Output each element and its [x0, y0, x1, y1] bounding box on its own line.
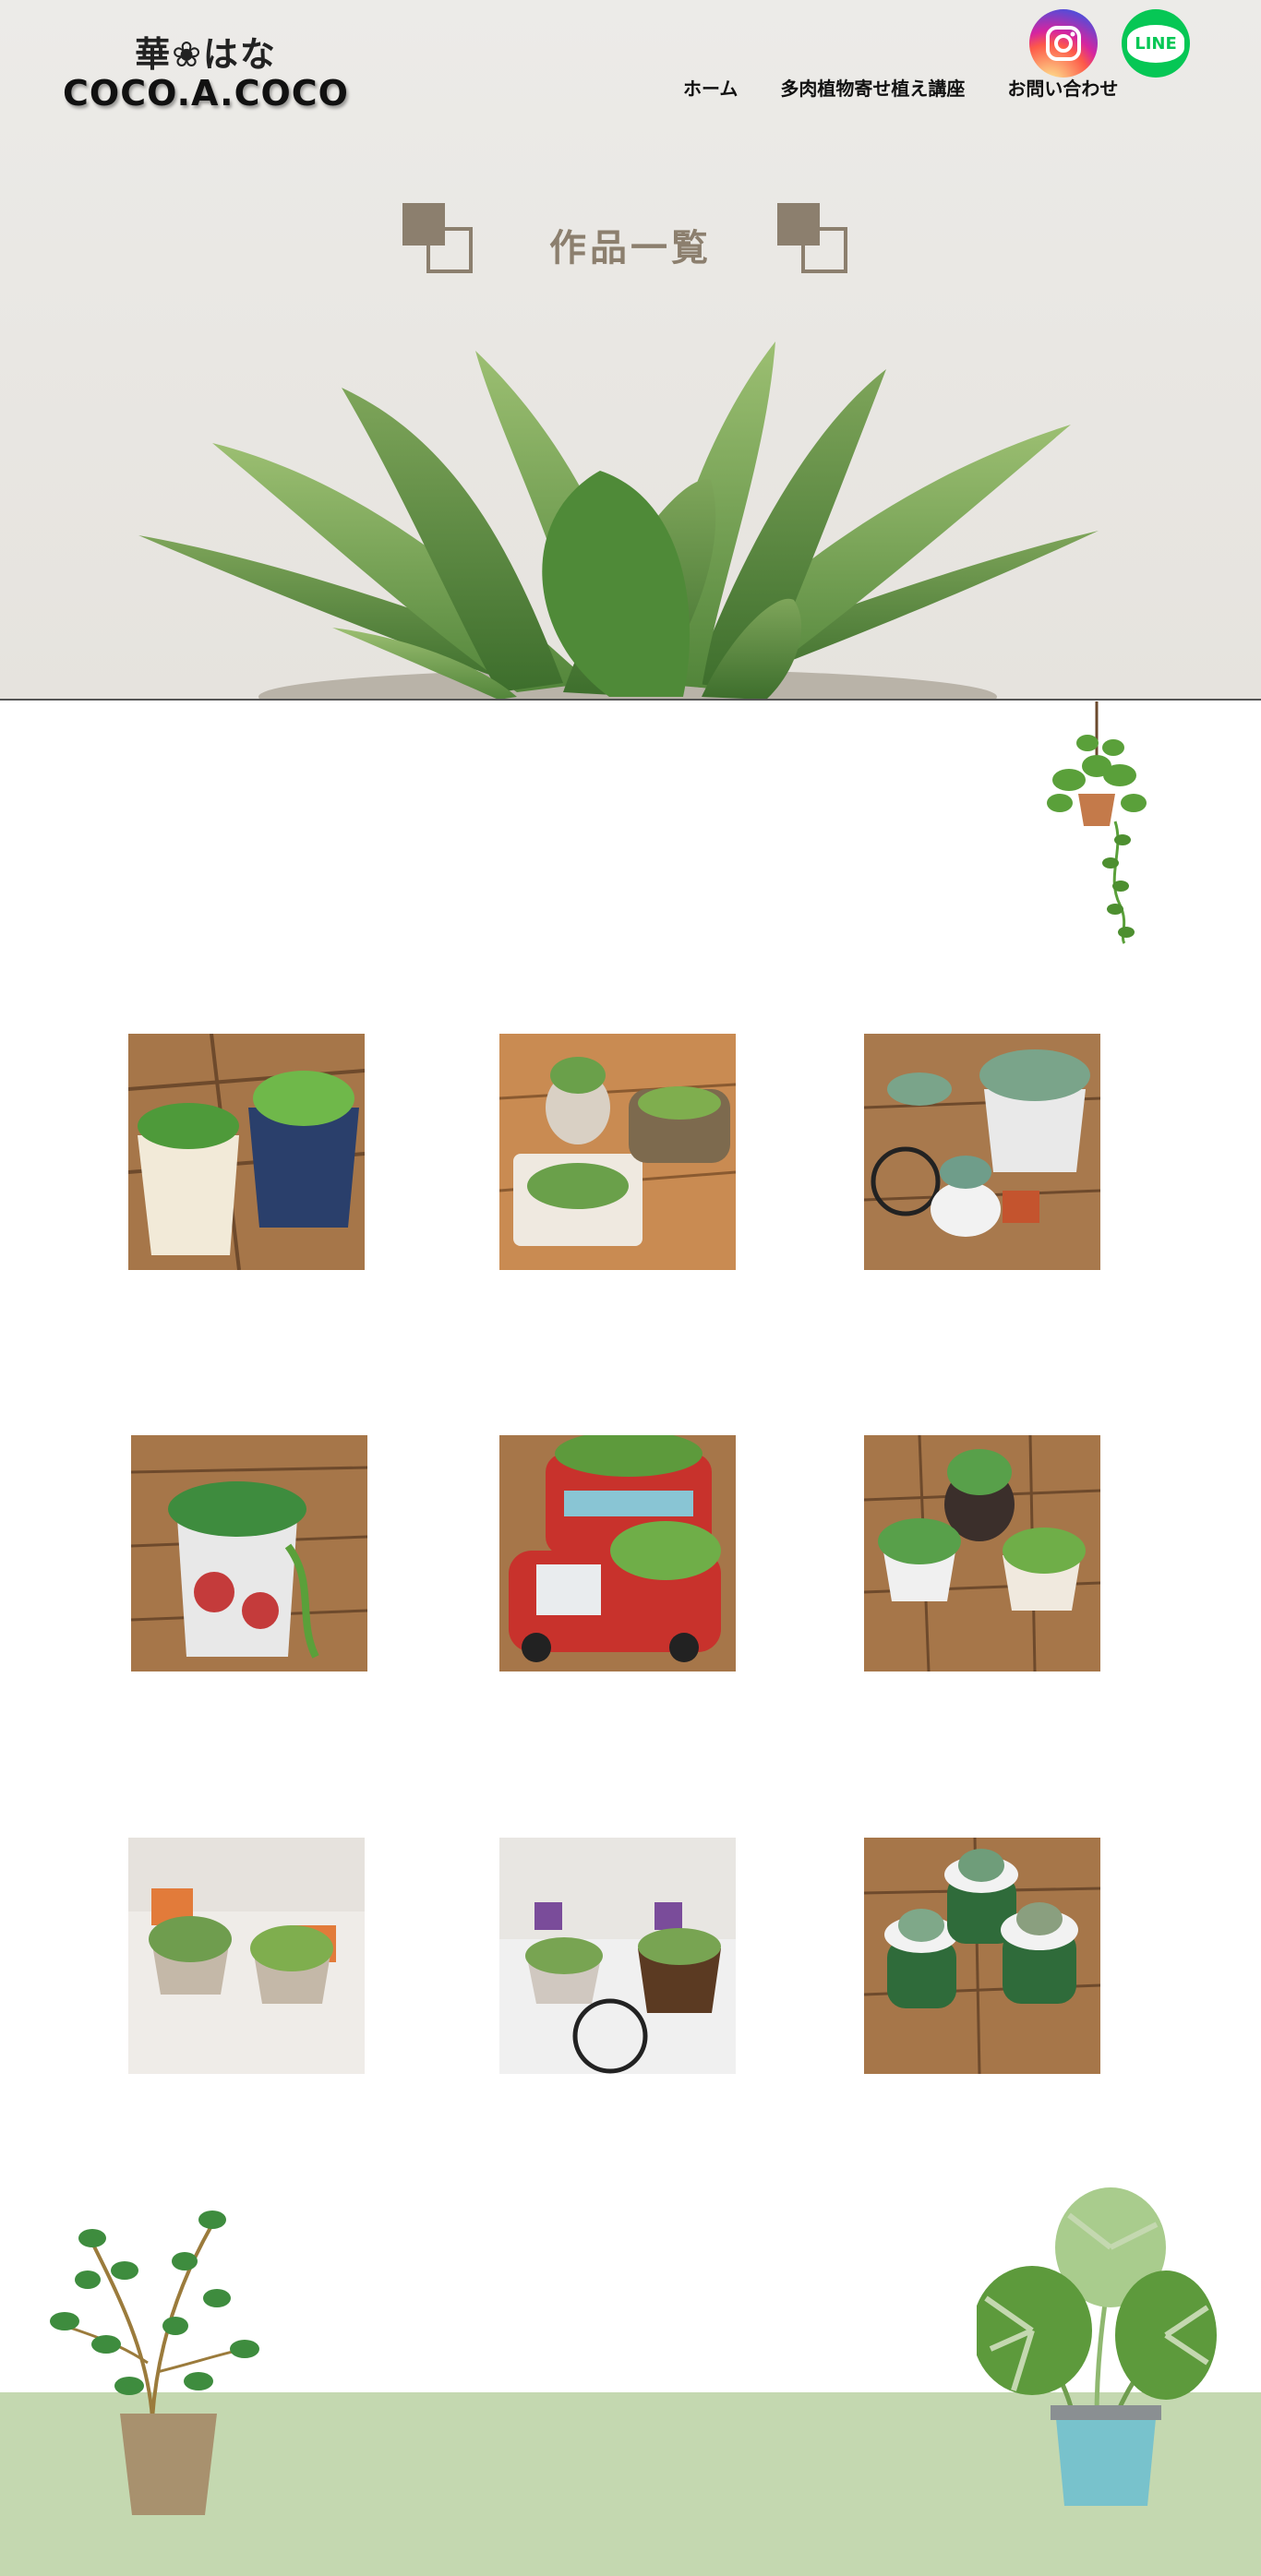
gallery-photo [499, 1034, 736, 1270]
gallery-item-7[interactable] [128, 1838, 365, 2074]
gallery-item-8[interactable] [499, 1838, 736, 2074]
nav-home[interactable]: ホーム [683, 74, 738, 101]
gallery-item-1[interactable] [128, 1034, 365, 1270]
gallery-item-9[interactable] [864, 1838, 1100, 2074]
gallery-photo [499, 1838, 736, 2074]
gallery-item-4[interactable] [131, 1435, 367, 1671]
nav-course[interactable]: 多肉植物寄せ植え講座 [780, 74, 965, 101]
gallery-item-6[interactable] [864, 1435, 1100, 1671]
nav-contact[interactable]: お問い合わせ [1007, 74, 1118, 101]
line-icon: LINE [1127, 24, 1184, 63]
gallery-photo [499, 1435, 736, 1671]
page-title-block: 作品一覧 [0, 203, 1261, 277]
instagram-link[interactable] [1029, 9, 1098, 78]
page-title: 作品一覧 [549, 227, 712, 270]
line-link[interactable]: LINE [1122, 9, 1190, 78]
gallery-photo [128, 1838, 365, 2074]
logo-text-en: COCO.A.COCO [63, 73, 349, 114]
hero-section: 華❀はな COCO.A.COCO LINE ホーム 多肉植物寄せ植え講座 お問い… [0, 0, 1261, 701]
gallery-item-2[interactable] [499, 1034, 736, 1270]
gallery-photo [864, 1838, 1100, 2074]
left-plant-illustration [50, 2211, 259, 2515]
logo-text-jp: 華❀はな [135, 34, 277, 75]
gallery-item-3[interactable] [864, 1034, 1100, 1270]
site-logo[interactable]: 華❀はな COCO.A.COCO [63, 26, 349, 114]
succulent-hero-image [138, 341, 1099, 699]
right-monstera-illustration [977, 2187, 1217, 2506]
square-deco-icon [777, 203, 851, 277]
gallery-item-5[interactable] [499, 1435, 736, 1671]
hanging-plant-illustration [1047, 701, 1147, 944]
gallery-photo [128, 1034, 365, 1270]
gallery-photo [131, 1435, 367, 1671]
gallery-photo [864, 1435, 1100, 1671]
main-nav: ホーム 多肉植物寄せ植え講座 お問い合わせ [683, 74, 1118, 101]
instagram-icon [1046, 26, 1081, 61]
gallery-photo [864, 1034, 1100, 1270]
